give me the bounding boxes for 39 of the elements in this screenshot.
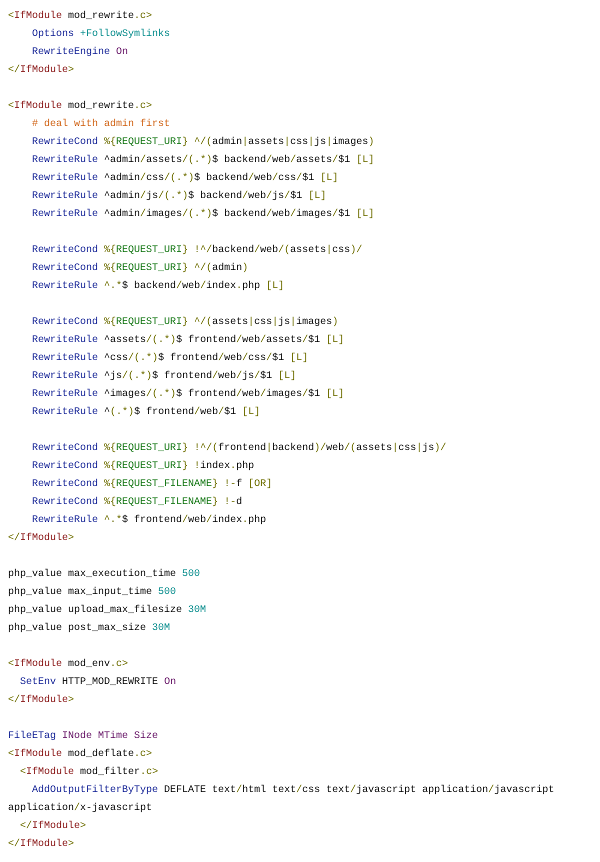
code-line: AddOutputFilterByType DEFLATE text/html text/css text/javascript application/javascript application/x-javascript [8, 784, 556, 816]
code-line: RewriteCond %{REQUEST_URI} ^/(assets|css|js|images) [31, 316, 338, 330]
code-line: RewriteEngine On [31, 46, 128, 60]
code-line: RewriteCond %{REQUEST_URI} ^/(admin|assets|css|js|images) [31, 136, 374, 150]
code-line: <IfModule mod_env.c> [8, 658, 128, 672]
code-line: <IfModule mod_rewrite.c> [8, 100, 152, 114]
code-line: RewriteRule ^.*$ frontend/web/index.php [31, 514, 266, 528]
code-line: RewriteRule ^admin/images/(.*)$ backend/web/images/$1 [L] [31, 208, 374, 222]
code-line: RewriteRule ^css/(.*)$ frontend/web/css/$1 [L] [31, 352, 308, 366]
code-line: RewriteRule ^images/(.*)$ frontend/web/images/$1 [L] [31, 388, 344, 402]
code-line: </IfModule> [8, 532, 74, 546]
code-line: RewriteCond %{REQUEST_URI} !^/(frontend|backend)/web/(assets|css|js)/ [31, 442, 446, 456]
code-line: RewriteCond %{REQUEST_URI} ^/(admin) [31, 262, 248, 276]
code-line: php_value max_input_time 500 [8, 586, 176, 600]
code-line: RewriteCond %{REQUEST_URI} !^/backend/web/(assets|css)/ [31, 244, 362, 258]
code-line: </IfModule> [8, 64, 74, 78]
code-line: RewriteCond %{REQUEST_FILENAME} !-d [31, 496, 242, 510]
code-line: RewriteCond %{REQUEST_URI} !index.php [31, 460, 254, 474]
code-line: SetEnv HTTP_MOD_REWRITE On [19, 676, 176, 690]
code-line: RewriteRule ^admin/assets/(.*)$ backend/web/assets/$1 [L] [31, 154, 374, 168]
code-line: </IfModule> [8, 838, 74, 852]
code-line: RewriteRule ^.*$ backend/web/index.php [L] [31, 280, 284, 294]
code-line: RewriteCond %{REQUEST_FILENAME} !-f [OR] [31, 478, 272, 492]
code-line: <IfModule mod_filter.c> [19, 766, 158, 780]
code-line: FileETag INode MTime Size [8, 730, 158, 744]
code-line: RewriteRule ^admin/js/(.*)$ backend/web/js/$1 [L] [31, 190, 326, 204]
code-line: php_value max_execution_time 500 [8, 568, 200, 582]
code-line: <IfModule mod_rewrite.c> [8, 10, 152, 24]
code-line: # deal with admin first [31, 118, 170, 132]
code-line: </IfModule> [8, 694, 74, 708]
code-line: RewriteRule ^admin/css/(.*)$ backend/web/css/$1 [L] [31, 172, 338, 186]
code-line: php_value post_max_size 30M [8, 622, 170, 636]
code-line: php_value upload_max_filesize 30M [8, 604, 206, 618]
code-line: Options +FollowSymlinks [31, 28, 170, 42]
code-line: </IfModule> [19, 820, 86, 834]
code-line: RewriteRule ^js/(.*)$ frontend/web/js/$1 [L] [31, 370, 296, 384]
code-line: RewriteRule ^assets/(.*)$ frontend/web/assets/$1 [L] [31, 334, 344, 348]
code-line: RewriteRule ^(.*)$ frontend/web/$1 [L] [31, 406, 260, 420]
code-line: <IfModule mod_deflate.c> [8, 748, 152, 762]
